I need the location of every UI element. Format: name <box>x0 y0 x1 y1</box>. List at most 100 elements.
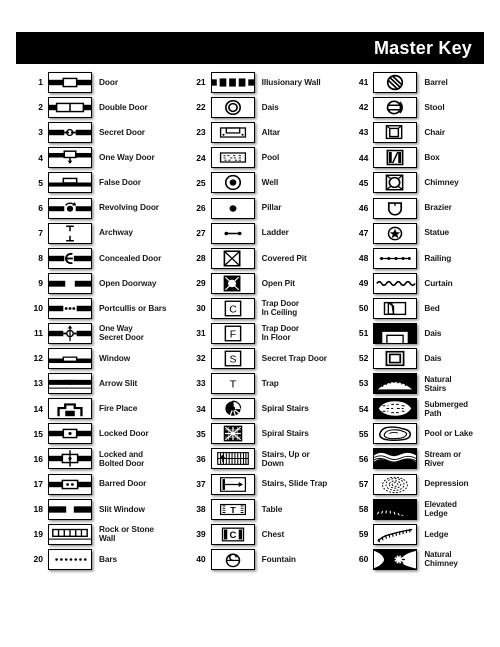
key-row-label: Stool <box>424 102 445 112</box>
key-row: 16 Locked and Bolted Door <box>26 446 167 471</box>
key-row-number: 11 <box>34 328 43 339</box>
key-row: 48 Railing <box>351 246 500 271</box>
key-row: 31 F Trap Door In Floor <box>189 321 334 346</box>
key-row-label: Bed <box>424 302 440 313</box>
key-row-number: 43 <box>358 127 369 138</box>
key-row: 33 T Trap <box>189 371 334 396</box>
ledge-icon <box>373 523 418 545</box>
key-row-number: 27 <box>196 227 206 238</box>
key-row-label: One Way Secret Door <box>99 324 144 343</box>
box-icon <box>373 147 418 169</box>
key-row-label: Locked and Bolted Door <box>99 449 145 468</box>
key-row-number: 60 <box>358 554 369 565</box>
rock-stone-wall-icon <box>48 523 92 545</box>
key-row: 21 Illusionary Wall <box>189 70 334 95</box>
fire-place-icon <box>48 398 92 420</box>
key-row-label: Portcullis or Bars <box>99 302 167 313</box>
key-row-number: 48 <box>358 252 369 263</box>
concealed-door-icon <box>48 247 92 269</box>
key-row-number: 38 <box>196 503 206 514</box>
key-row: 47 Statue <box>351 221 500 246</box>
trap-door-ceiling-icon: C <box>210 297 255 319</box>
key-row-number: 37 <box>196 478 206 489</box>
key-row-label: Dais <box>424 352 442 363</box>
key-row-number: 33 <box>196 378 206 389</box>
key-row: 57 Depression <box>351 472 500 497</box>
revolving-door-icon <box>48 197 92 219</box>
key-row-label: Chest <box>261 528 285 539</box>
barred-door-icon <box>48 473 92 495</box>
key-row: 13 Arrow Slit <box>26 371 167 396</box>
key-row-number: 1 <box>38 77 43 88</box>
stool-icon <box>373 97 418 119</box>
trap-icon: T <box>210 373 255 395</box>
key-row-label: Secret Door <box>99 127 145 138</box>
key-row-label: Box <box>424 152 440 163</box>
key-row-number: 44 <box>358 152 369 163</box>
table-icon: T <box>210 498 255 520</box>
key-row: 56 Stream or River <box>351 446 500 471</box>
illusionary-wall-icon <box>210 72 255 94</box>
key-row: 9 Open Doorway <box>26 271 167 296</box>
natural-stairs-icon <box>373 373 418 395</box>
dais-square-icon <box>373 348 418 370</box>
key-row: 53 Natural Stairs <box>351 371 500 396</box>
key-row-number: 32 <box>196 353 206 364</box>
key-row-label: Open Pit <box>261 277 295 288</box>
key-row-number: 46 <box>358 202 369 213</box>
key-row-label: Depression <box>424 478 469 489</box>
header-banner: Master Key <box>16 32 484 64</box>
key-row: 19 Rock or Stone Wall <box>26 522 167 547</box>
key-row: 8 Concealed Door <box>26 246 167 271</box>
well-icon <box>210 172 255 194</box>
key-row-number: 21 <box>196 77 206 88</box>
key-row: 49 Curtain <box>351 271 500 296</box>
double-door-icon <box>48 97 92 119</box>
key-row: 18 Slit Window <box>26 497 167 522</box>
key-row-number: 17 <box>33 478 43 489</box>
svg-text:T: T <box>230 505 236 515</box>
key-row-label: Natural Stairs <box>424 374 452 393</box>
key-column-3: 41 Barrel 42 Stool 43 Chair 44 Box 45 Chimne… <box>333 70 500 572</box>
key-row-label: Stream or River <box>424 449 462 468</box>
key-row: 52 Dais <box>351 346 500 371</box>
key-row-label: Chair <box>424 127 446 138</box>
key-row-label: Chimney <box>424 177 459 188</box>
key-row-number: 2 <box>38 102 43 113</box>
key-row-label: Locked Door <box>99 428 149 439</box>
key-row-number: 19 <box>33 528 43 539</box>
key-row-number: 51 <box>358 328 369 339</box>
portcullis-icon <box>48 297 92 319</box>
key-row-label: Double Door <box>99 102 148 112</box>
key-row-number: 20 <box>33 554 43 565</box>
key-row-number: 29 <box>196 278 206 289</box>
railing-icon <box>373 247 418 269</box>
svg-text:S: S <box>229 355 236 366</box>
key-row: 45 Chimney <box>351 170 500 195</box>
chimney-icon <box>373 172 418 194</box>
svg-text:F: F <box>229 330 235 341</box>
svg-text:C: C <box>229 305 237 316</box>
locked-door-icon <box>48 423 92 445</box>
key-row: 22 Dais <box>189 95 334 120</box>
key-row: 26 Pillar <box>189 195 334 220</box>
key-row-label: Dais <box>424 327 442 338</box>
key-row-number: 58 <box>358 503 369 514</box>
key-row: 54 Submerged Path <box>351 396 500 421</box>
key-row-number: 6 <box>38 202 43 213</box>
key-row-label: Arrow Slit <box>99 378 138 389</box>
bars-icon <box>48 548 92 570</box>
key-row-label: Archway <box>99 227 133 238</box>
key-row: 20 Bars <box>26 547 167 572</box>
stairs-slide-trap-icon <box>210 473 255 495</box>
key-row: 11 One Way Secret Door <box>26 321 167 346</box>
open-pit-icon <box>210 272 255 294</box>
key-row-number: 52 <box>358 353 369 364</box>
key-row: 41 Barrel <box>351 70 500 95</box>
key-row-label: Illusionary Wall <box>261 76 321 87</box>
key-row-label: Door <box>99 76 118 87</box>
key-row-label: Ladder <box>261 227 289 238</box>
altar-icon <box>210 122 255 144</box>
key-row-number: 24 <box>196 152 206 163</box>
key-row: 50 Bed <box>351 296 500 321</box>
